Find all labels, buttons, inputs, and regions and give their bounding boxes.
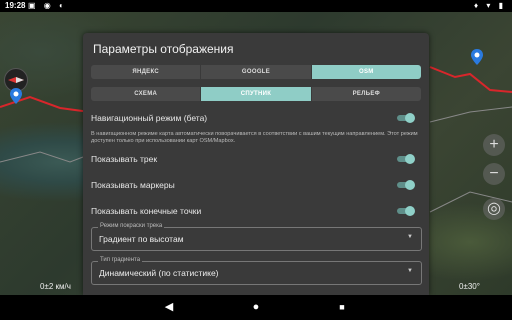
provider-osm[interactable]: OSM bbox=[311, 65, 421, 79]
provider-selector: ЯНДЕКС GOOGLE OSM bbox=[91, 65, 421, 79]
chevron-down-icon: ▼ bbox=[407, 268, 413, 274]
show-track-row[interactable]: Показывать трек bbox=[91, 154, 421, 164]
angle-readout: 0±30° bbox=[459, 282, 480, 291]
track-color-label: Режим покраски трека bbox=[98, 223, 165, 229]
chevron-down-icon: ▼ bbox=[407, 234, 413, 240]
track-color-value: Градиент по высотам bbox=[99, 234, 184, 244]
back-icon[interactable]: ◀ bbox=[161, 299, 177, 315]
nav-mode-description: В навигационном режиме карта автоматичес… bbox=[91, 131, 418, 144]
provider-google[interactable]: GOOGLE bbox=[201, 65, 312, 79]
home-icon[interactable]: ● bbox=[248, 299, 264, 315]
gradient-type-value: Динамический (по статистике) bbox=[99, 268, 219, 278]
destination-pin-icon bbox=[471, 49, 483, 65]
recents-icon[interactable]: ■ bbox=[334, 299, 350, 315]
show-track-toggle[interactable] bbox=[397, 154, 415, 164]
zoom-out-button[interactable]: − bbox=[483, 163, 505, 185]
map-type-satellite[interactable]: СПУТНИК bbox=[201, 87, 312, 101]
show-endpoints-label: Показывать конечные точки bbox=[91, 206, 202, 216]
location-pin-icon bbox=[10, 88, 22, 104]
zoom-in-button[interactable]: + bbox=[483, 134, 505, 156]
map-type-selector: СХЕМА СПУТНИК РЕЛЬЕФ bbox=[91, 87, 421, 101]
system-nav-bar: ◀ ● ■ bbox=[0, 295, 512, 320]
nav-mode-row[interactable]: Навигационный режим (бета) bbox=[91, 113, 421, 123]
map-type-scheme[interactable]: СХЕМА bbox=[91, 87, 202, 101]
show-endpoints-row[interactable]: Показывать конечные точки bbox=[91, 206, 421, 216]
show-markers-label: Показывать маркеры bbox=[91, 180, 175, 190]
my-location-button[interactable]: ◎ bbox=[483, 198, 505, 220]
nav-mode-toggle[interactable] bbox=[397, 113, 415, 123]
track-color-dropdown[interactable]: Режим покраски трека Градиент по высотам… bbox=[91, 223, 422, 251]
gradient-type-label: Тип градиента bbox=[98, 257, 143, 263]
display-settings-dialog: Параметры отображения ЯНДЕКС GOOGLE OSM … bbox=[83, 33, 429, 295]
speed-readout: 0±2 км/ч bbox=[40, 282, 71, 291]
status-time: 19:28 bbox=[5, 1, 26, 10]
show-markers-row[interactable]: Показывать маркеры bbox=[91, 180, 421, 190]
status-bar: 19:28 ▣ ◉ ◐ ♦ ▾ ▮ bbox=[0, 0, 512, 12]
show-track-label: Показывать трек bbox=[91, 154, 158, 164]
show-endpoints-toggle[interactable] bbox=[397, 206, 415, 216]
notification-icons: ▣ ◉ ◐ bbox=[28, 1, 67, 10]
system-icons: ♦ ▾ ▮ bbox=[474, 1, 506, 10]
gradient-type-dropdown[interactable]: Тип градиента Динамический (по статистик… bbox=[91, 257, 422, 285]
map-type-relief[interactable]: РЕЛЬЕФ bbox=[311, 87, 421, 101]
nav-mode-label: Навигационный режим (бета) bbox=[91, 113, 208, 123]
provider-yandex[interactable]: ЯНДЕКС bbox=[91, 65, 202, 79]
show-markers-toggle[interactable] bbox=[397, 180, 415, 190]
dialog-title: Параметры отображения bbox=[93, 42, 234, 56]
